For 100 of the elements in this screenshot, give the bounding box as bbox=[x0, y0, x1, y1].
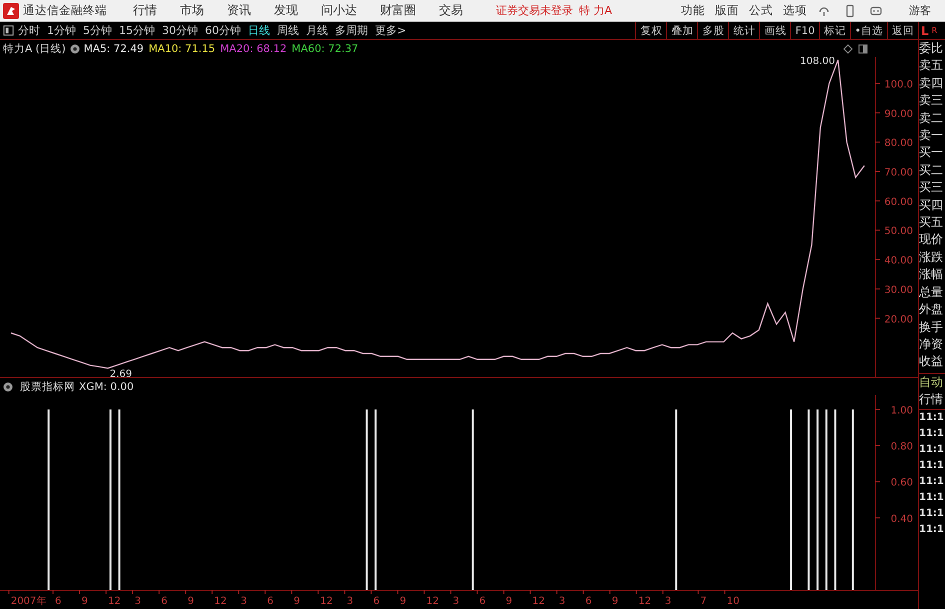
y-tick-label: 90.00 bbox=[884, 108, 913, 120]
y-axis-label: 0.60 bbox=[874, 478, 913, 489]
x-tick-label: 9 bbox=[82, 596, 88, 607]
menu-item[interactable]: 选项 bbox=[783, 3, 807, 18]
tick-time: 11:1 bbox=[919, 474, 945, 489]
y-tick-label: 70.00 bbox=[884, 167, 913, 178]
x-tick-label: 6 bbox=[267, 596, 274, 607]
y-tick-label: 50.00 bbox=[884, 226, 913, 238]
y-axis-label: 80.00 bbox=[874, 138, 913, 150]
y-axis-label: 60.00 bbox=[874, 196, 913, 208]
quote-label: 委比 bbox=[919, 40, 944, 57]
panel-left-label[interactable]: L bbox=[921, 24, 929, 38]
mode-label[interactable]: 行情 bbox=[919, 391, 945, 409]
period-tab[interactable]: 周线 bbox=[277, 23, 299, 38]
mode-label[interactable]: 自动 bbox=[919, 374, 945, 392]
period-tab[interactable]: 日线 bbox=[248, 23, 270, 38]
x-tick-label: 6 bbox=[585, 596, 592, 607]
period-tab[interactable]: 1分钟 bbox=[47, 23, 76, 38]
period-tab[interactable]: 15分钟 bbox=[119, 23, 155, 38]
x-tick-label: 9 bbox=[612, 596, 618, 607]
x-axis-label: 7 bbox=[698, 590, 707, 607]
menu-item[interactable]: 版面 bbox=[715, 3, 739, 18]
y-tick-label: 1.00 bbox=[890, 405, 913, 416]
quote-label: 换手 bbox=[919, 318, 944, 336]
menu-item[interactable]: 发现 bbox=[274, 2, 298, 19]
menu-item[interactable]: 公式 bbox=[749, 3, 773, 18]
menu-item[interactable]: 行情 bbox=[133, 2, 157, 19]
x-axis-label: 9 bbox=[397, 590, 406, 607]
x-tick-label: 12 bbox=[638, 596, 652, 607]
period-tab[interactable]: 30分钟 bbox=[162, 23, 198, 38]
x-tick-label: 9 bbox=[188, 596, 194, 607]
x-tick-label: 6 bbox=[373, 596, 380, 607]
x-axis-label: 6 bbox=[476, 590, 486, 607]
period-tab[interactable]: 60分钟 bbox=[205, 23, 241, 38]
y-tick-label: 0.80 bbox=[890, 442, 913, 453]
app-logo-icon bbox=[3, 2, 19, 18]
y-tick-label: 40.00 bbox=[884, 256, 913, 267]
x-axis-label: 2007年 bbox=[8, 590, 46, 607]
x-axis-label: 12 bbox=[318, 590, 333, 607]
tick-time: 11:1 bbox=[919, 442, 945, 457]
y-tick-label: 30.00 bbox=[884, 284, 913, 296]
user-name[interactable]: 游客 bbox=[909, 3, 931, 18]
quote-label: 卖三 bbox=[919, 92, 944, 110]
menu-item[interactable]: 功能 bbox=[681, 3, 705, 18]
x-axis-label: 3 bbox=[556, 590, 566, 607]
menu-item[interactable]: 财富圈 bbox=[380, 2, 416, 19]
indicator-reading: XGM: 0.00 bbox=[79, 380, 134, 392]
y-axis-label: 90.00 bbox=[874, 108, 913, 120]
period-tab[interactable]: 更多> bbox=[375, 23, 406, 38]
quote-label: 总量 bbox=[919, 284, 944, 301]
panel-toggle-icon[interactable] bbox=[3, 25, 14, 36]
quote-label: 净资 bbox=[919, 336, 944, 353]
period-tab[interactable]: 5分钟 bbox=[83, 23, 112, 38]
indicator-title: 股票指标网 bbox=[20, 380, 75, 394]
period-tab[interactable]: 月线 bbox=[306, 23, 328, 38]
x-tick-label: 12 bbox=[532, 596, 546, 607]
quote-label: 收益 bbox=[919, 353, 944, 370]
y-axis-label: 1.00 bbox=[874, 405, 913, 416]
y-tick-label: 60.00 bbox=[884, 196, 913, 208]
quote-label: 卖二 bbox=[919, 110, 944, 127]
y-axis-label: 20.00 bbox=[874, 314, 913, 326]
menu-item[interactable]: 交易 bbox=[439, 2, 463, 19]
y-axis-label: 40.00 bbox=[874, 256, 913, 267]
x-axis-label: 12 bbox=[636, 590, 652, 607]
quote-label: 买三 bbox=[919, 179, 944, 196]
x-tick-label: 12 bbox=[108, 596, 121, 607]
y-tick-label: 20.00 bbox=[884, 314, 913, 326]
x-tick-label: 2007年 bbox=[10, 595, 46, 607]
period-tab[interactable]: 分时 bbox=[18, 23, 40, 38]
x-axis-label: 9 bbox=[185, 590, 194, 607]
ma-reading: MA10: 71.15 bbox=[148, 42, 216, 54]
diamond-icon[interactable] bbox=[843, 44, 853, 54]
quote-label: 买二 bbox=[919, 162, 944, 179]
menu-item[interactable]: 市场 bbox=[180, 2, 204, 19]
x-tick-label: 6 bbox=[161, 596, 168, 607]
period-tab[interactable]: 多周期 bbox=[335, 23, 368, 38]
y-tick-label: 0.60 bbox=[890, 478, 913, 489]
x-tick-label: 10 bbox=[726, 596, 740, 607]
window-icon[interactable] bbox=[858, 44, 868, 54]
x-axis-label: 6 bbox=[370, 590, 380, 607]
x-tick-label: 3 bbox=[558, 596, 566, 607]
x-axis-label: 10 bbox=[724, 590, 740, 607]
x-tick-label: 9 bbox=[506, 596, 512, 607]
tick-time: 11:1 bbox=[919, 410, 945, 425]
menu-item[interactable]: 问小达 bbox=[321, 2, 357, 19]
tick-time: 11:1 bbox=[919, 522, 945, 537]
x-axis-label: 6 bbox=[158, 590, 168, 607]
panel-right-label[interactable]: R bbox=[932, 26, 938, 35]
x-axis-label: 3 bbox=[238, 590, 247, 607]
quote-label: 现价 bbox=[919, 231, 944, 248]
chart-title: 特力A (日线) bbox=[3, 42, 66, 56]
x-tick-label: 6 bbox=[479, 596, 486, 607]
y-axis-label: 0.80 bbox=[874, 442, 913, 453]
x-axis-label: 6 bbox=[582, 590, 592, 607]
ma-reading: MA60: 72.37 bbox=[292, 42, 358, 54]
y-axis-label: 50.00 bbox=[874, 226, 913, 238]
x-axis-label: 9 bbox=[79, 590, 88, 607]
menu-item[interactable]: 资讯 bbox=[227, 2, 251, 19]
x-axis-label: 6 bbox=[52, 590, 62, 607]
quote-label: 卖五 bbox=[919, 57, 944, 74]
